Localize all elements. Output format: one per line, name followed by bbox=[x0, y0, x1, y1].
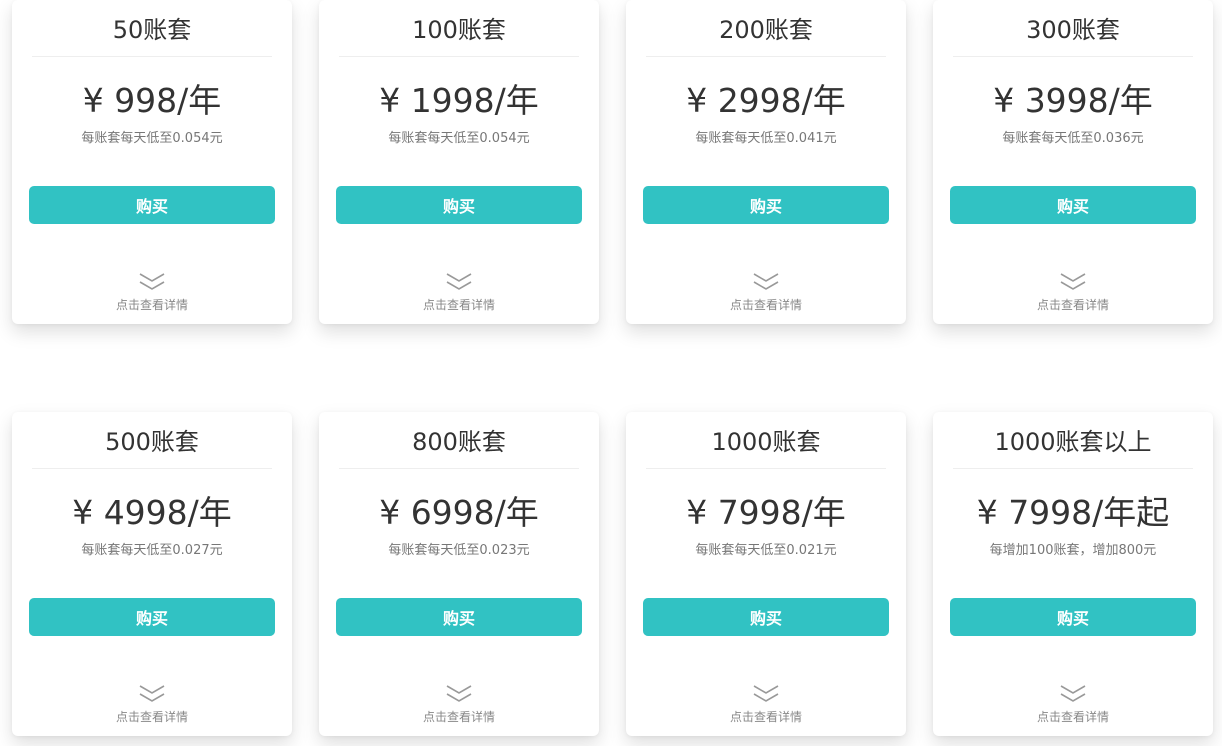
double-chevron-down-icon[interactable] bbox=[1060, 684, 1086, 704]
plan-price: ¥ 7998/年 bbox=[686, 493, 846, 532]
plan-title: 300账套 bbox=[953, 12, 1193, 57]
view-details-link[interactable]: 点击查看详情 bbox=[933, 709, 1213, 725]
plan-card-300: 300账套 ¥ 3998/年 每账套每天低至0.036元 购买 点击查看详情 bbox=[933, 0, 1213, 324]
view-details-link[interactable]: 点击查看详情 bbox=[933, 297, 1213, 313]
double-chevron-down-icon[interactable] bbox=[753, 272, 779, 292]
double-chevron-down-icon[interactable] bbox=[446, 272, 472, 292]
view-details-link[interactable]: 点击查看详情 bbox=[319, 297, 599, 313]
view-details-link[interactable]: 点击查看详情 bbox=[12, 297, 292, 313]
buy-button[interactable]: 购买 bbox=[950, 186, 1196, 224]
plan-note: 每增加100账套，增加800元 bbox=[989, 543, 1157, 558]
plan-price: ¥ 6998/年 bbox=[379, 493, 539, 532]
buy-button[interactable]: 购买 bbox=[643, 598, 889, 636]
buy-button[interactable]: 购买 bbox=[336, 186, 582, 224]
plan-card-500: 500账套 ¥ 4998/年 每账套每天低至0.027元 购买 点击查看详情 bbox=[12, 412, 292, 736]
plan-note: 每账套每天低至0.023元 bbox=[388, 543, 530, 558]
plan-note: 每账套每天低至0.054元 bbox=[81, 131, 223, 146]
double-chevron-down-icon[interactable] bbox=[446, 684, 472, 704]
buy-button[interactable]: 购买 bbox=[950, 598, 1196, 636]
plan-card-200: 200账套 ¥ 2998/年 每账套每天低至0.041元 购买 点击查看详情 bbox=[626, 0, 906, 324]
buy-button[interactable]: 购买 bbox=[643, 186, 889, 224]
plan-title: 800账套 bbox=[339, 424, 579, 469]
double-chevron-down-icon[interactable] bbox=[753, 684, 779, 704]
plan-price: ¥ 1998/年 bbox=[379, 81, 539, 120]
pricing-grid: 50账套 ¥ 998/年 每账套每天低至0.054元 购买 点击查看详情 100… bbox=[0, 0, 1222, 746]
plan-note: 每账套每天低至0.021元 bbox=[695, 543, 837, 558]
plan-card-800: 800账套 ¥ 6998/年 每账套每天低至0.023元 购买 点击查看详情 bbox=[319, 412, 599, 736]
plan-title: 500账套 bbox=[32, 424, 272, 469]
plan-price: ¥ 7998/年起 bbox=[976, 493, 1170, 532]
plan-price: ¥ 3998/年 bbox=[993, 81, 1153, 120]
view-details-link[interactable]: 点击查看详情 bbox=[12, 709, 292, 725]
plan-price: ¥ 4998/年 bbox=[72, 493, 232, 532]
plan-price: ¥ 2998/年 bbox=[686, 81, 846, 120]
plan-card-1000-plus: 1000账套以上 ¥ 7998/年起 每增加100账套，增加800元 购买 点击… bbox=[933, 412, 1213, 736]
plan-price: ¥ 998/年 bbox=[82, 81, 222, 120]
plan-title: 50账套 bbox=[32, 12, 272, 57]
view-details-link[interactable]: 点击查看详情 bbox=[319, 709, 599, 725]
buy-button[interactable]: 购买 bbox=[336, 598, 582, 636]
plan-card-100: 100账套 ¥ 1998/年 每账套每天低至0.054元 购买 点击查看详情 bbox=[319, 0, 599, 324]
double-chevron-down-icon[interactable] bbox=[139, 684, 165, 704]
plan-note: 每账套每天低至0.054元 bbox=[388, 131, 530, 146]
double-chevron-down-icon[interactable] bbox=[139, 272, 165, 292]
plan-title: 200账套 bbox=[646, 12, 886, 57]
view-details-link[interactable]: 点击查看详情 bbox=[626, 297, 906, 313]
plan-card-50: 50账套 ¥ 998/年 每账套每天低至0.054元 购买 点击查看详情 bbox=[12, 0, 292, 324]
plan-title: 1000账套 bbox=[646, 424, 886, 469]
plan-title: 1000账套以上 bbox=[953, 424, 1193, 469]
buy-button[interactable]: 购买 bbox=[29, 186, 275, 224]
plan-note: 每账套每天低至0.027元 bbox=[81, 543, 223, 558]
view-details-link[interactable]: 点击查看详情 bbox=[626, 709, 906, 725]
double-chevron-down-icon[interactable] bbox=[1060, 272, 1086, 292]
plan-card-1000: 1000账套 ¥ 7998/年 每账套每天低至0.021元 购买 点击查看详情 bbox=[626, 412, 906, 736]
plan-title: 100账套 bbox=[339, 12, 579, 57]
plan-note: 每账套每天低至0.041元 bbox=[695, 131, 837, 146]
plan-note: 每账套每天低至0.036元 bbox=[1002, 131, 1144, 146]
buy-button[interactable]: 购买 bbox=[29, 598, 275, 636]
